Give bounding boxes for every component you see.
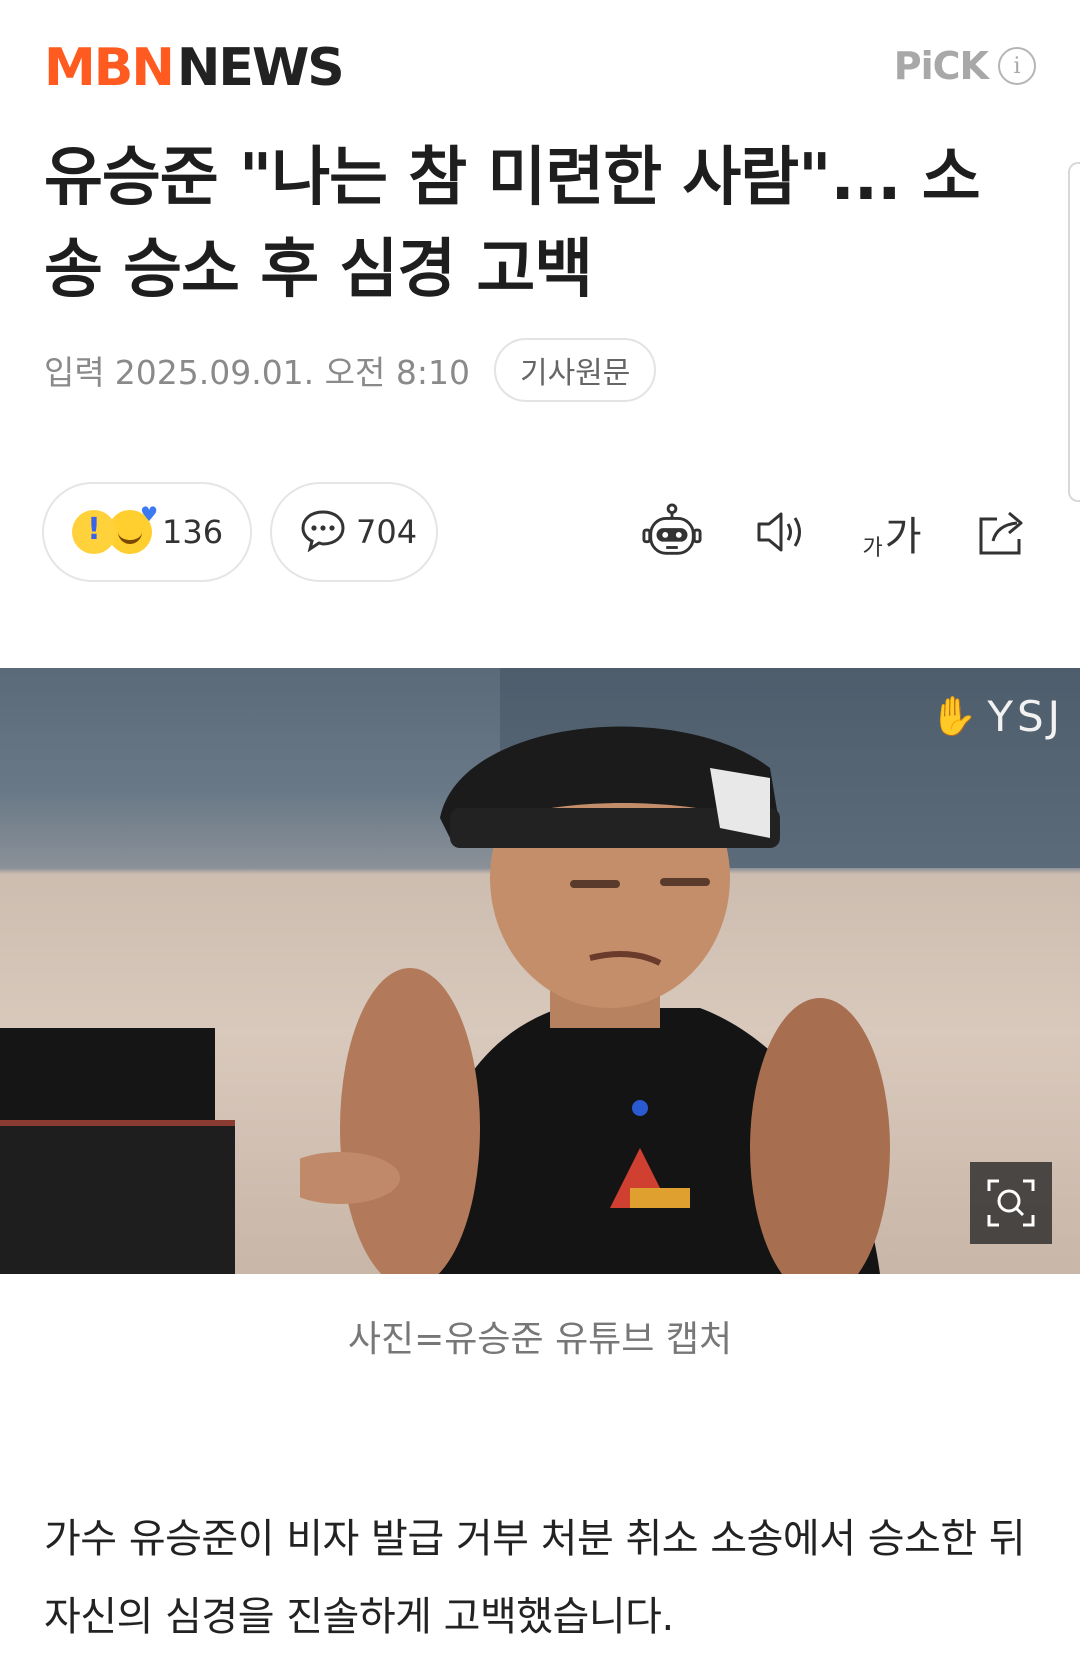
pick-label: PiCK	[893, 44, 989, 88]
comment-count: 704	[356, 513, 418, 551]
zoom-icon[interactable]	[970, 1162, 1052, 1244]
photo-watermark: ✋ YSJ	[930, 692, 1065, 741]
watermark-text: YSJ	[987, 692, 1065, 741]
article-title: 유승준 "나는 참 미련한 사람"... 소송 승소 후 심경 고백	[44, 141, 981, 307]
font-size-icon[interactable]: 가 가	[862, 502, 922, 562]
comment-button[interactable]: 704	[270, 482, 438, 582]
mbn-news-logo[interactable]: MBN NEWS	[44, 38, 345, 98]
speech-bubble-icon	[300, 508, 346, 556]
article-toolbar: 가 가	[592, 482, 1032, 582]
logo-mbn: MBN	[44, 38, 175, 98]
reaction-count: 136	[162, 513, 224, 551]
info-icon[interactable]: i	[998, 47, 1036, 85]
exclamation-face-icon	[72, 510, 116, 554]
person-figure	[300, 726, 890, 1274]
reaction-button[interactable]: ♥ 136	[42, 482, 252, 582]
photo-caption: 사진=유승준 유튜브 캡처	[347, 1319, 733, 1360]
font-size-large: 가	[884, 514, 922, 560]
article-body: 가수 유승준이 비자 발급 거부 처분 취소 소송에서 승소한 뒤 자신의 심경…	[44, 1516, 1026, 1640]
original-article-button[interactable]: 기사원문	[493, 338, 657, 402]
speaker-icon[interactable]	[752, 502, 812, 562]
share-icon[interactable]	[972, 502, 1032, 562]
font-size-small: 가	[862, 536, 883, 561]
robot-icon[interactable]	[642, 502, 702, 562]
publish-date: 2025.09.01. 오전 8:10	[114, 353, 470, 392]
logo-news: NEWS	[176, 38, 345, 98]
app-header: MBN NEWS PiCK i	[0, 0, 1080, 130]
pick-badge[interactable]: PiCK i	[894, 44, 1036, 88]
scrollbar[interactable]	[1068, 162, 1080, 502]
article-meta: 입력 2025.09.01. 오전 8:10 기사원문	[44, 338, 657, 402]
article-photo[interactable]: ✋ YSJ	[0, 668, 1080, 1274]
article-actions: ♥ 136 704	[42, 482, 1032, 582]
date-label: 입력	[44, 353, 105, 392]
